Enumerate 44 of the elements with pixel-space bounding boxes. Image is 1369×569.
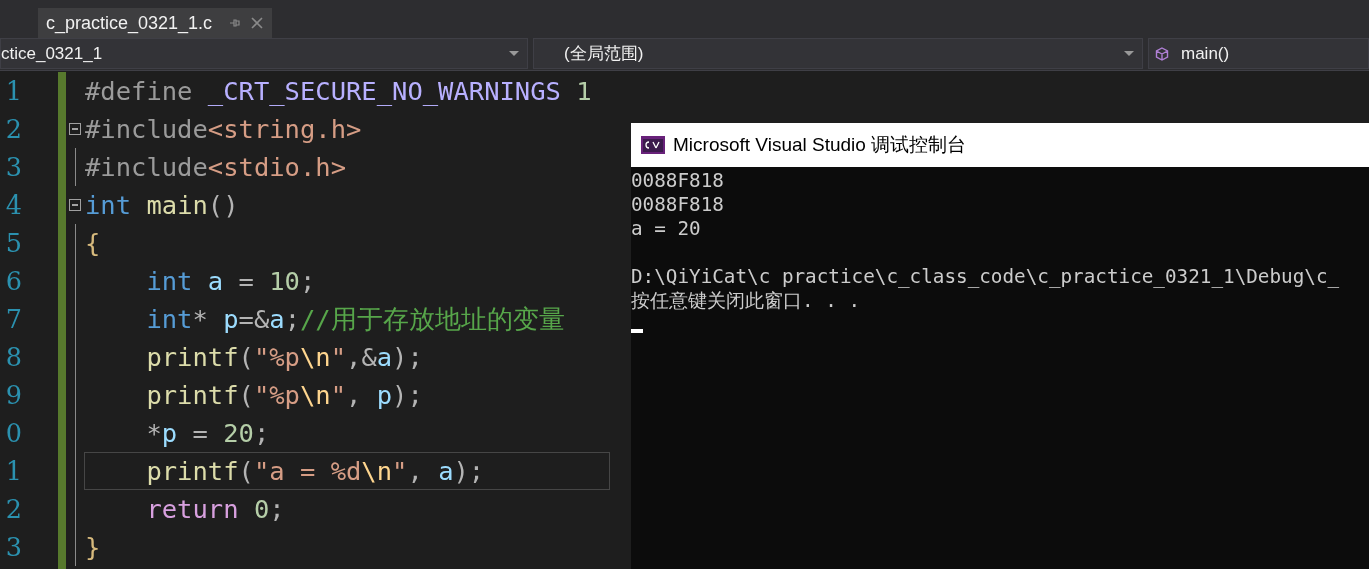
console-title: Microsoft Visual Studio 调试控制台 [673, 133, 967, 157]
code-line: int main() [84, 189, 240, 222]
line-number: 3 [4, 151, 22, 184]
line-number: 6 [4, 265, 22, 298]
collapse-icon[interactable] [69, 199, 81, 211]
code-line: } [84, 531, 102, 564]
line-number: 1 [4, 75, 22, 108]
text-cursor [631, 329, 643, 333]
code-line: return 0; [145, 493, 286, 526]
line-number: 4 [4, 189, 22, 222]
code-line: { [84, 227, 102, 260]
line-number: 2 [4, 493, 22, 526]
scope-dropdown[interactable]: ctice_0321_1 [0, 38, 528, 69]
code-line: #define _CRT_SECURE_NO_WARNINGS 1 [84, 75, 593, 108]
code-line: #include<string.h> [84, 113, 363, 146]
line-number: 8 [4, 341, 22, 374]
cube-icon [1155, 46, 1169, 61]
caret-icon [509, 50, 519, 57]
close-icon[interactable] [250, 16, 265, 30]
line-number: 7 [4, 303, 22, 336]
line-number: 0 [4, 417, 22, 450]
line-number: 5 [4, 227, 22, 260]
line-number: 2 [4, 113, 22, 146]
code-line: printf("%p\n", p); [145, 379, 424, 412]
code-line: printf("%p\n",&a); [145, 341, 424, 374]
console-output-line: D:\QiYiCat\c practice\c_class_code\c_practice_0321_1\Debug\c_ [631, 265, 1341, 289]
code-line: int* p=&a;//用于存放地址的变量 [145, 303, 566, 336]
console-app-icon [641, 136, 665, 154]
member-dropdown[interactable]: main() [1148, 38, 1369, 69]
line-number: 3 [4, 531, 22, 564]
line-number: 9 [4, 379, 22, 412]
pin-icon[interactable] [228, 17, 241, 29]
caret-icon [1124, 50, 1134, 57]
console-output-line: 按任意键关闭此窗口. . . [631, 289, 862, 313]
line-number: 1 [4, 455, 22, 488]
console-output-line: 0088F818 [631, 193, 725, 217]
file-tab[interactable]: c_practice_0321_1.c [38, 8, 273, 38]
scope-dropdown[interactable]: (全局范围) [533, 38, 1143, 69]
collapse-icon[interactable] [69, 123, 81, 135]
code-line: *p = 20; [145, 417, 271, 450]
code-line: #include<stdio.h> [84, 151, 347, 184]
code-line: int a = 10; [145, 265, 317, 298]
console-output-line: a = 20 [631, 217, 702, 241]
console-output-line: 0088F818 [631, 169, 725, 193]
